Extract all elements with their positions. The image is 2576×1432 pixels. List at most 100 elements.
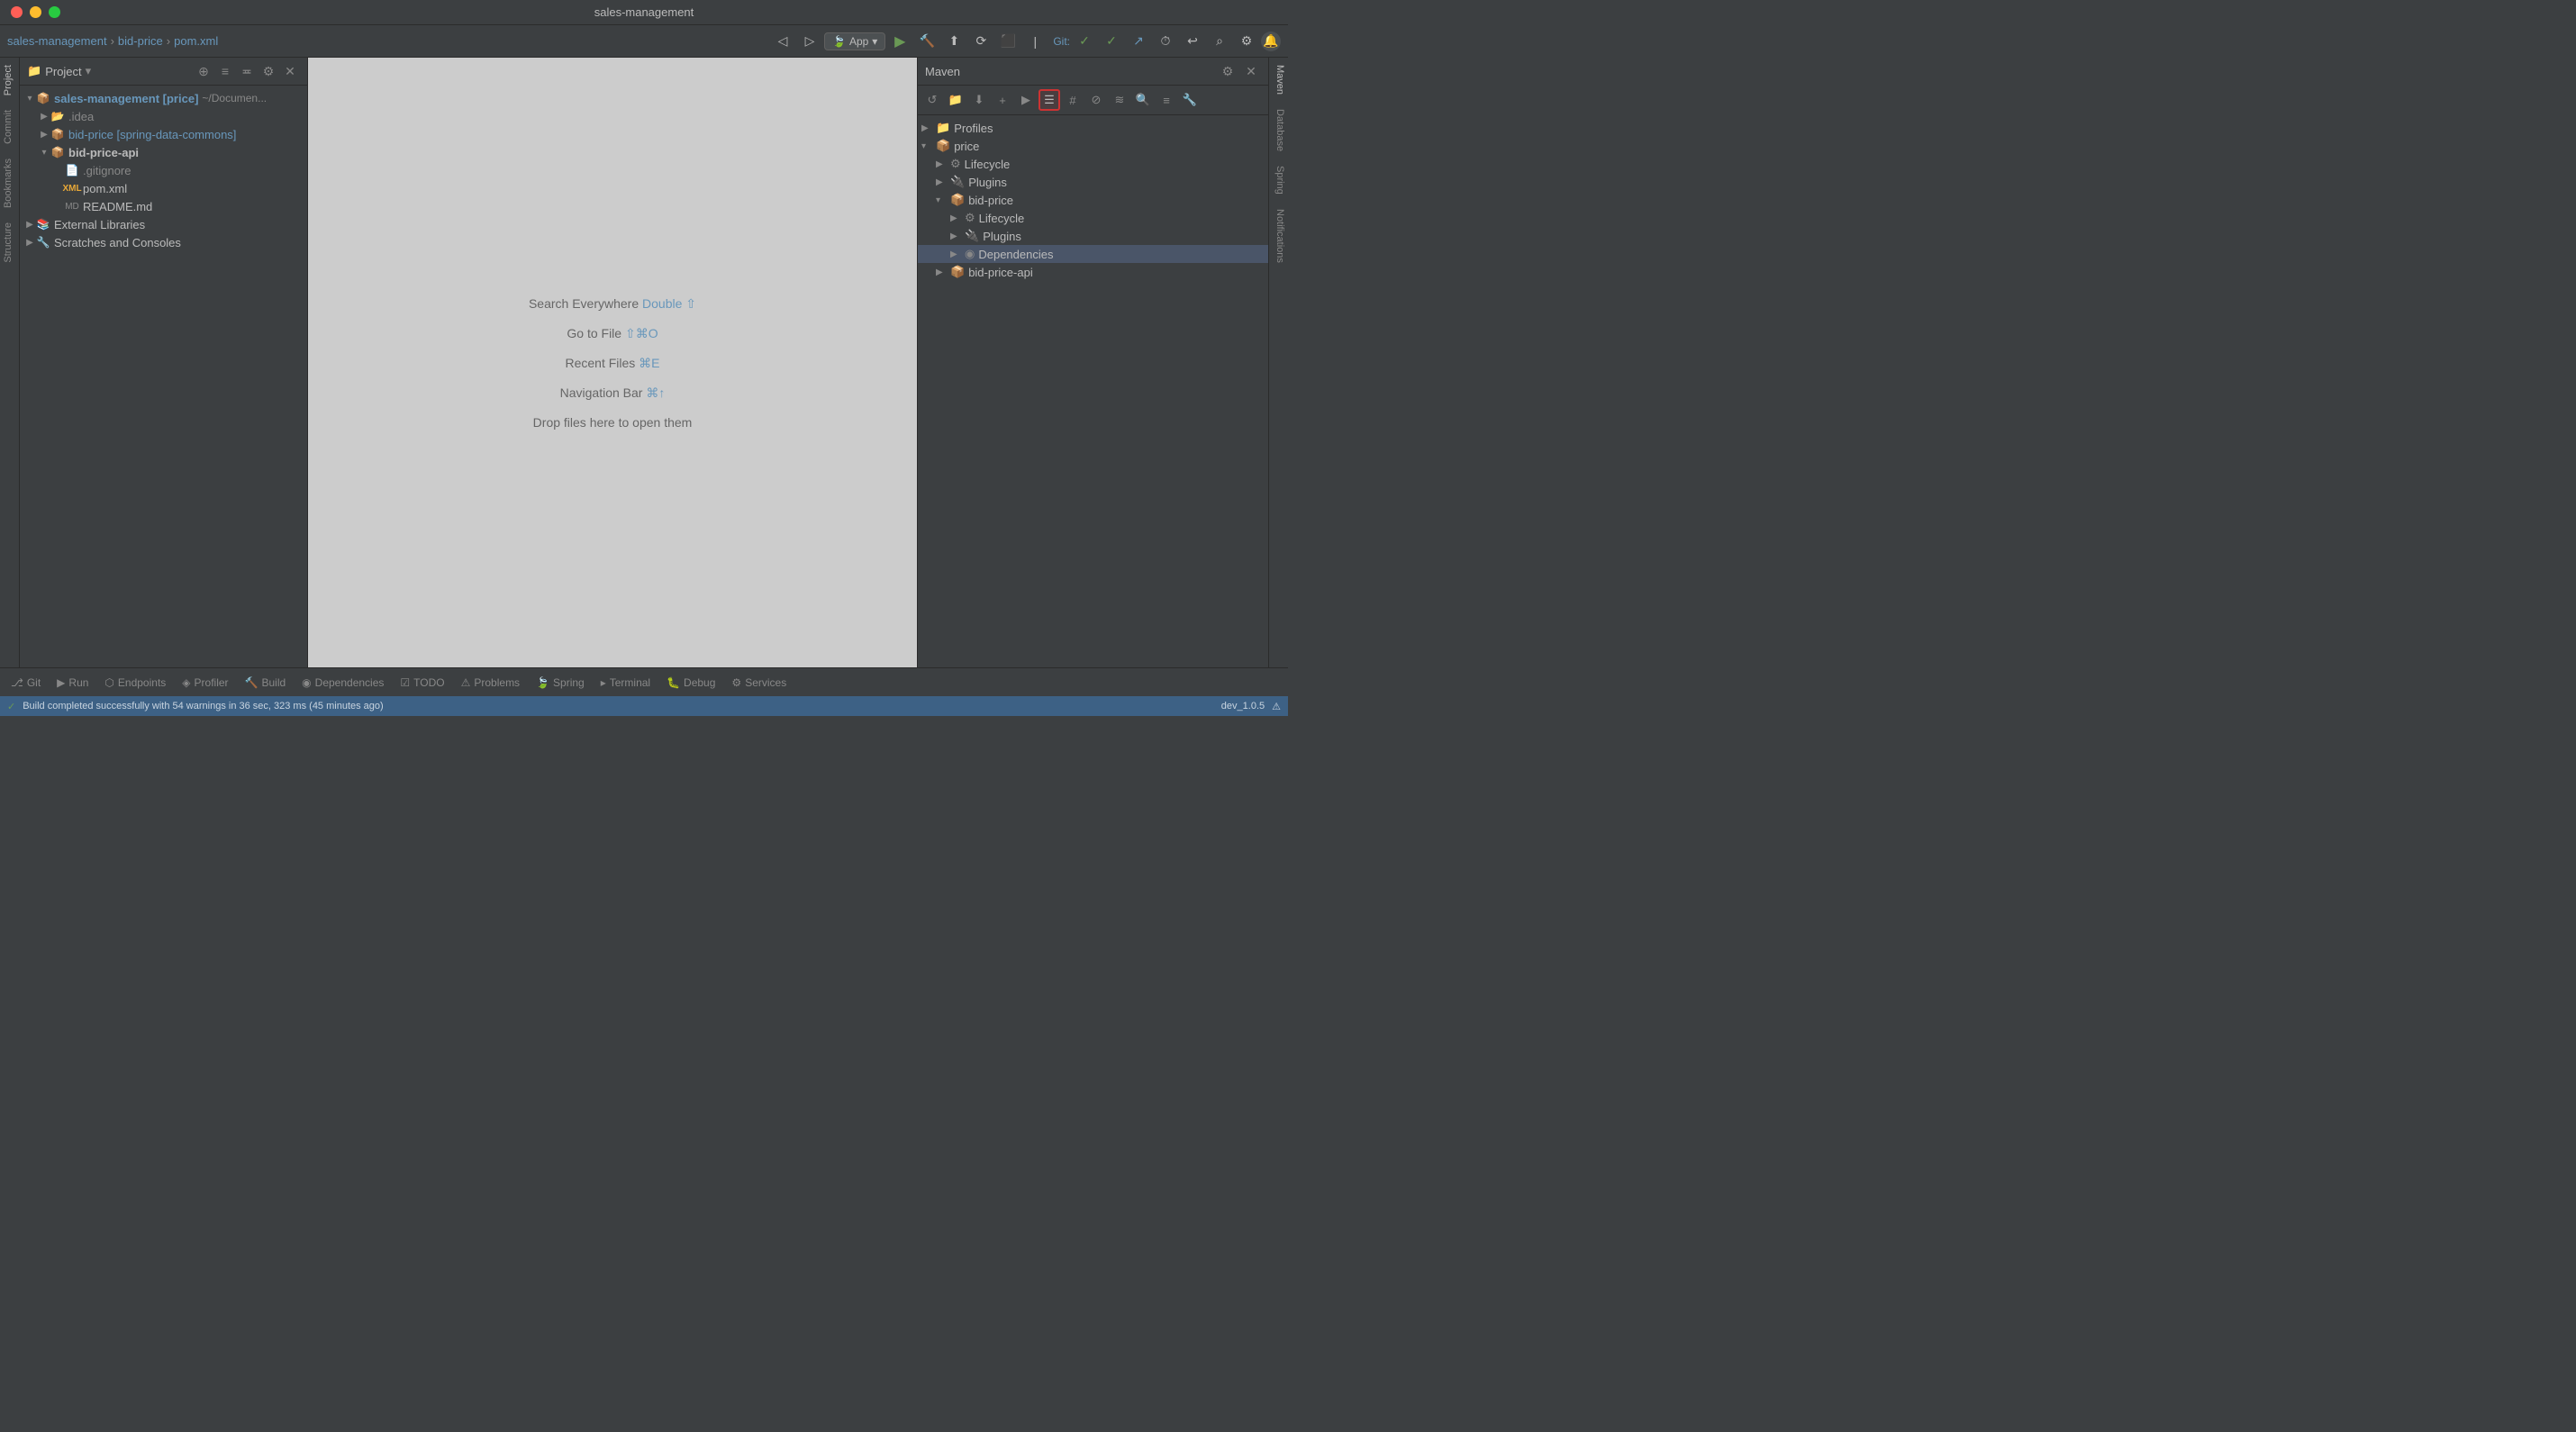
tree-item-scratches[interactable]: ▶ 🔧 Scratches and Consoles <box>20 233 307 251</box>
bottom-tab-terminal[interactable]: ▸ Terminal <box>594 673 658 693</box>
bottom-tab-dependencies[interactable]: ◉ Dependencies <box>295 673 391 693</box>
tree-item-root[interactable]: ▾ 📦 sales-management [price] ~/Documen..… <box>20 89 307 107</box>
tree-item-ext-libs[interactable]: ▶ 📚 External Libraries <box>20 215 307 233</box>
app-dropdown-button[interactable]: 🍃 App ▾ <box>824 32 885 50</box>
notifications-icon[interactable]: 🔔 <box>1261 32 1281 51</box>
branch-name[interactable]: dev_1.0.5 <box>1221 701 1265 711</box>
maven-skip-button[interactable]: ⊘ <box>1085 89 1107 111</box>
main-layout: Project Commit Bookmarks Structure 📁 Pro… <box>0 58 1288 667</box>
git-text: Git: <box>1053 35 1070 48</box>
maven-item-profiles[interactable]: ▶ 📁 Profiles <box>918 119 1268 137</box>
right-tab-maven[interactable]: Maven <box>1269 58 1288 102</box>
bottom-tab-run[interactable]: ▶ Run <box>50 673 95 693</box>
undo-button[interactable]: ↩ <box>1180 29 1205 54</box>
maven-add-button[interactable]: + <box>992 89 1013 111</box>
maven-execute-button[interactable]: ☰ <box>1039 89 1060 111</box>
breadcrumb-sep1: › <box>111 34 114 48</box>
panel-settings-button[interactable]: ⚙ <box>259 61 278 81</box>
maven-item-bid-price-api[interactable]: ▶ 📦 bid-price-api <box>918 263 1268 281</box>
maven-item-lifecycle2[interactable]: ▶ ⚙ Lifecycle <box>918 209 1268 227</box>
hint-recent-files: Recent Files ⌘E <box>565 356 659 371</box>
right-tab-notifications[interactable]: Notifications <box>1269 202 1288 270</box>
tree-item-bid-price-spring[interactable]: ▶ 📦 bid-price [spring-data-commons] <box>20 125 307 143</box>
maven-toggle-button[interactable]: # <box>1062 89 1084 111</box>
git-check-button[interactable]: ✓ <box>1072 29 1097 54</box>
panel-close-button[interactable]: ✕ <box>280 61 300 81</box>
build-button[interactable]: 🔨 <box>914 29 939 54</box>
tree-label-ext-libs: External Libraries <box>54 218 145 231</box>
hint-recent-text: Recent Files <box>565 356 635 370</box>
status-bar: ✓ Build completed successfully with 54 w… <box>0 696 1288 716</box>
build-label: Build <box>261 676 286 689</box>
git-push-button[interactable]: ↗ <box>1126 29 1151 54</box>
maven-item-lifecycle1[interactable]: ▶ ⚙ Lifecycle <box>918 155 1268 173</box>
run-button[interactable]: ▶ <box>887 29 912 54</box>
stop-button[interactable]: ⬛ <box>995 29 1020 54</box>
settings-button[interactable]: ⚙ <box>1234 29 1259 54</box>
close-button[interactable] <box>11 6 23 18</box>
right-tab-spring[interactable]: Spring <box>1269 159 1288 202</box>
nav-icons: ◁ ▷ 🍃 App ▾ ▶ 🔨 ⬆ ⟳ ⬛ | Git: ✓ ✓ ↗ ⏱ ↩ ⌕… <box>770 29 1281 54</box>
tree-label-gitignore: .gitignore <box>83 164 131 177</box>
history-button[interactable]: ⏱ <box>1153 29 1178 54</box>
maven-run-button[interactable]: ▶ <box>1015 89 1037 111</box>
breadcrumb-project[interactable]: sales-management <box>7 34 107 48</box>
tree-item-bid-price-api[interactable]: ▾ 📦 bid-price-api <box>20 143 307 161</box>
bottom-tab-todo[interactable]: ☑ TODO <box>393 673 451 693</box>
terminal-icon: ▸ <box>601 676 606 689</box>
bottom-tab-problems[interactable]: ⚠ Problems <box>454 673 527 693</box>
bottom-tab-git[interactable]: ⎇ Git <box>4 673 48 693</box>
maven-wrench-button[interactable]: 🔧 <box>1179 89 1201 111</box>
git-check2-button[interactable]: ✓ <box>1099 29 1124 54</box>
status-success-icon: ✓ <box>7 701 15 712</box>
maven-filter-button[interactable]: ≋ <box>1109 89 1130 111</box>
search-button[interactable]: ⌕ <box>1207 29 1232 54</box>
clean-button[interactable]: ⟳ <box>968 29 993 54</box>
project-tree: ▾ 📦 sales-management [price] ~/Documen..… <box>20 86 307 667</box>
nav-back-button[interactable]: ◁ <box>770 29 795 54</box>
sidebar-tab-structure[interactable]: Structure <box>0 215 19 270</box>
tree-item-pomxml[interactable]: ▶ XML pom.xml <box>20 179 307 197</box>
sidebar-tab-bookmarks[interactable]: Bookmarks <box>0 151 19 215</box>
tree-item-idea[interactable]: ▶ 📂 .idea <box>20 107 307 125</box>
hint-nav-text: Navigation Bar <box>560 385 643 400</box>
maximize-button[interactable] <box>49 6 60 18</box>
maven-download-button[interactable]: ⬇ <box>968 89 990 111</box>
maven-refresh-button[interactable]: ↺ <box>921 89 943 111</box>
maven-settings-button[interactable]: ⚙ <box>1218 61 1238 81</box>
maven-label-plugins2: Plugins <box>983 230 1021 243</box>
profiler-label: Profiler <box>195 676 229 689</box>
tree-item-readme[interactable]: ▶ MD README.md <box>20 197 307 215</box>
bottom-tab-profiler[interactable]: ◈ Profiler <box>175 673 235 693</box>
maven-open-button[interactable]: 📁 <box>945 89 966 111</box>
right-tab-database[interactable]: Database <box>1269 102 1288 159</box>
maven-collapse-button[interactable]: ≡ <box>1156 89 1177 111</box>
breadcrumb-module[interactable]: bid-price <box>118 34 163 48</box>
bottom-tab-build[interactable]: 🔨 Build <box>238 673 294 693</box>
maven-item-dependencies[interactable]: ▶ ◉ Dependencies <box>918 245 1268 263</box>
collapse-all-button[interactable]: ≡ <box>215 61 235 81</box>
locate-button[interactable]: ⊕ <box>194 61 213 81</box>
maven-item-plugins2[interactable]: ▶ 🔌 Plugins <box>918 227 1268 245</box>
breadcrumb-file[interactable]: pom.xml <box>174 34 218 48</box>
sidebar-tab-project[interactable]: Project <box>0 58 19 103</box>
hint-search-everywhere: Search Everywhere Double ⇧ <box>529 296 696 312</box>
maven-item-bid-price[interactable]: ▾ 📦 bid-price <box>918 191 1268 209</box>
todo-label: TODO <box>413 676 444 689</box>
nav-forward-button[interactable]: ▷ <box>797 29 822 54</box>
bottom-tab-services[interactable]: ⚙ Services <box>724 673 794 693</box>
maven-item-price[interactable]: ▾ 📦 price <box>918 137 1268 155</box>
maven-close-button[interactable]: ✕ <box>1241 61 1261 81</box>
build-with-deps-button[interactable]: ⬆ <box>941 29 966 54</box>
bottom-tab-debug[interactable]: 🐛 Debug <box>659 673 722 693</box>
maven-search-button[interactable]: 🔍 <box>1132 89 1154 111</box>
sidebar-tab-commit[interactable]: Commit <box>0 103 19 151</box>
chevron-down-icon[interactable]: ▾ <box>86 64 92 78</box>
tree-item-gitignore[interactable]: ▶ 📄 .gitignore <box>20 161 307 179</box>
bottom-tab-endpoints[interactable]: ⬡ Endpoints <box>97 673 173 693</box>
bottom-tab-spring[interactable]: 🍃 Spring <box>529 673 592 693</box>
expand-all-button[interactable]: ≖ <box>237 61 257 81</box>
maven-item-plugins1[interactable]: ▶ 🔌 Plugins <box>918 173 1268 191</box>
minimize-button[interactable] <box>30 6 41 18</box>
maven-label-bid-price: bid-price <box>968 194 1013 207</box>
